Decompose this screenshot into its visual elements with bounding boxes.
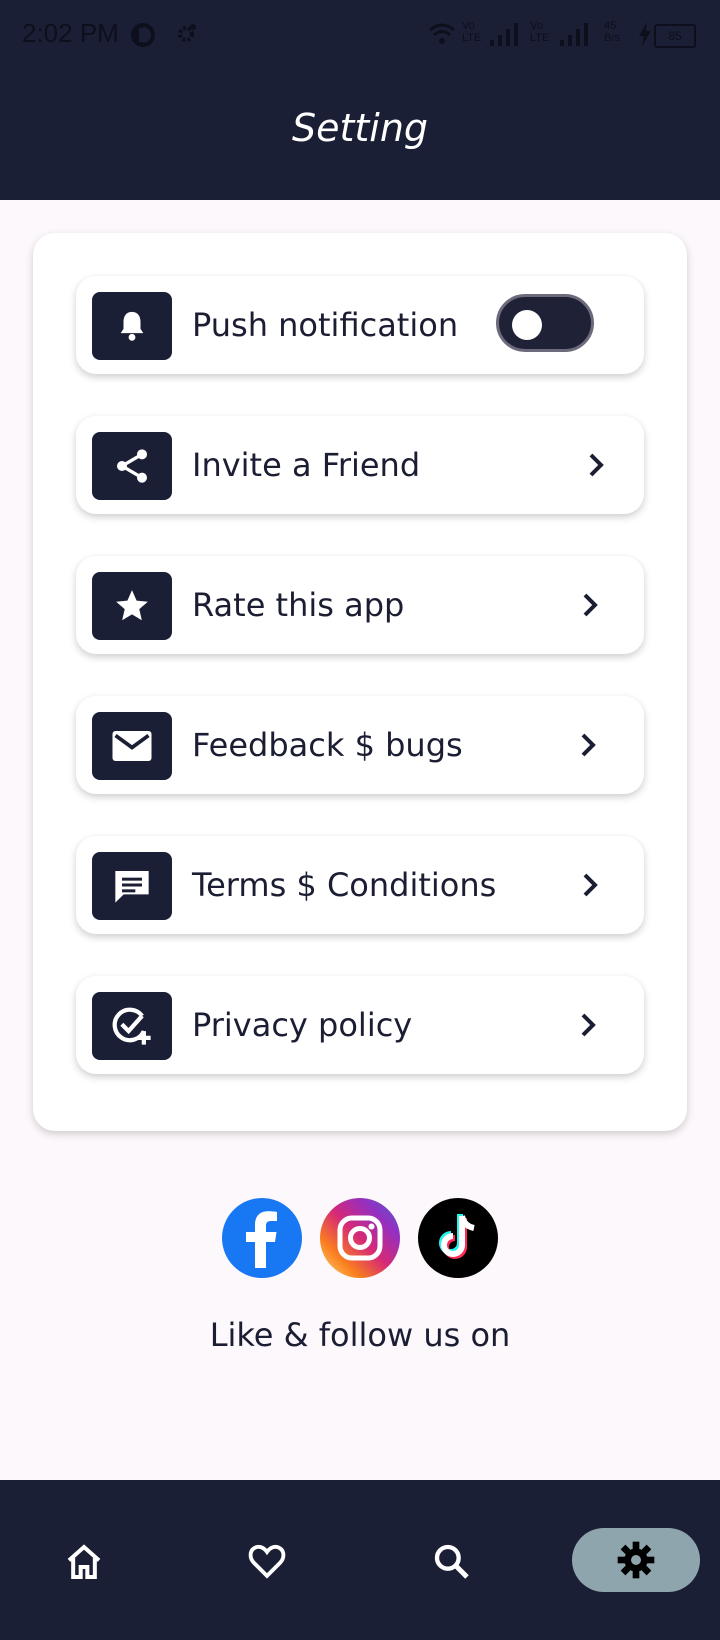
chevron-right-icon (586, 450, 606, 484)
nav-settings-active[interactable] (572, 1528, 700, 1592)
battery-indicator: 85 (654, 24, 696, 48)
share-icon (92, 432, 172, 500)
star-icon (92, 572, 172, 640)
setting-terms-conditions[interactable]: Terms $ Conditions (76, 836, 644, 934)
charging-icon (638, 22, 652, 50)
chevron-right-icon (578, 1010, 598, 1044)
network-speed: 45 B/s (604, 20, 620, 44)
mail-icon (92, 712, 172, 780)
follow-caption: Like & follow us on (209, 1316, 511, 1354)
status-time: 2:02 PM (22, 18, 119, 48)
setting-privacy-policy[interactable]: Privacy policy (76, 976, 644, 1074)
status-bar: 2:02 PM Vo LTE Vo LTE 45 B/s 85 (0, 0, 720, 74)
setting-label: Privacy policy (192, 1006, 413, 1044)
setting-label: Push notification (192, 306, 459, 344)
setting-label: Feedback $ bugs (192, 726, 463, 764)
push-notification-toggle[interactable] (496, 294, 594, 352)
setting-label: Rate this app (192, 586, 405, 624)
check-add-icon (92, 992, 172, 1060)
wifi-icon (428, 22, 456, 50)
setting-push-notification: Push notification (76, 276, 644, 374)
network-label-1: Vo LTE (462, 20, 482, 44)
notification-pie-icon (130, 22, 156, 52)
settings-status-icon (174, 22, 198, 50)
heart-icon[interactable] (246, 1540, 288, 1586)
bell-icon (92, 292, 172, 360)
toggle-knob (512, 310, 542, 340)
chevron-right-icon (580, 590, 600, 624)
page-title: Setting (291, 106, 429, 150)
chat-icon (92, 852, 172, 920)
facebook-icon[interactable] (222, 1198, 302, 1278)
search-icon[interactable] (432, 1542, 472, 1586)
chevron-right-icon (580, 870, 600, 904)
signal-icon-2 (560, 22, 590, 50)
signal-icon-1 (490, 22, 520, 50)
setting-label: Terms $ Conditions (192, 866, 497, 904)
setting-label: Invite a Friend (192, 446, 421, 484)
instagram-icon[interactable] (320, 1198, 400, 1278)
tiktok-icon[interactable] (418, 1198, 498, 1278)
chevron-right-icon (578, 730, 598, 764)
home-icon[interactable] (64, 1542, 104, 1586)
setting-invite-friend[interactable]: Invite a Friend (76, 416, 644, 514)
setting-rate-app[interactable]: Rate this app (76, 556, 644, 654)
app-header: 2:02 PM Vo LTE Vo LTE 45 B/s 85 Setting (0, 0, 720, 200)
gear-icon (616, 1540, 656, 1584)
setting-feedback-bugs[interactable]: Feedback $ bugs (76, 696, 644, 794)
network-label-2: Vo LTE (530, 20, 550, 44)
bottom-navigation (0, 1480, 720, 1640)
